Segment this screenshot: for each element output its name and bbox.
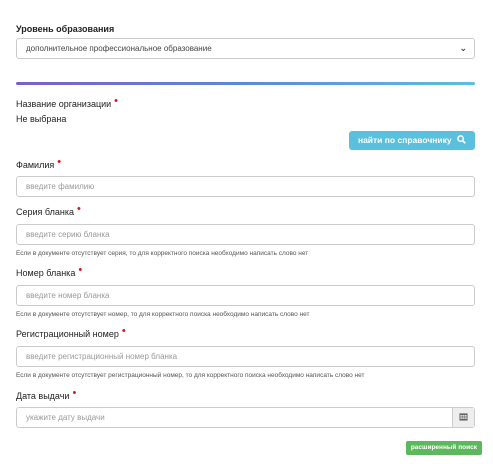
organization-label-row: Название организации • bbox=[16, 96, 118, 110]
required-mark: • bbox=[57, 156, 62, 168]
lookup-directory-button[interactable]: найти по справочнику bbox=[348, 131, 475, 150]
series-placeholder: введите серию бланка bbox=[26, 230, 110, 239]
advanced-search-button[interactable]: расширенный поиск bbox=[405, 441, 482, 455]
series-field[interactable]: введите серию бланка bbox=[16, 224, 475, 245]
education-select[interactable]: дополнительное профессиональное образова… bbox=[16, 38, 475, 59]
lookup-directory-label: найти по справочнику bbox=[357, 135, 452, 145]
regnumber-hint: Если в документе отсутствует регистрацио… bbox=[16, 372, 365, 379]
surname-field[interactable]: введите фамилию bbox=[16, 176, 475, 197]
issue-date-field[interactable]: укажите дату выдачи bbox=[16, 407, 475, 428]
chevron-down-icon: ⌄ bbox=[459, 43, 467, 53]
issue-date-placeholder: укажите дату выдачи bbox=[26, 413, 105, 422]
number-label: Номер бланка bbox=[16, 268, 76, 278]
issue-date-label: Дата выдачи bbox=[16, 391, 70, 401]
surname-placeholder: введите фамилию bbox=[26, 182, 95, 191]
regnumber-label: Регистрационный номер bbox=[16, 329, 119, 339]
search-icon bbox=[457, 135, 466, 145]
education-label: Уровень образования bbox=[16, 24, 115, 34]
organization-value: Не выбрана bbox=[16, 114, 67, 124]
surname-label-row: Фамилия • bbox=[16, 157, 61, 171]
series-label: Серия бланка bbox=[16, 207, 75, 217]
required-mark: • bbox=[78, 264, 83, 276]
number-placeholder: введите номер бланка bbox=[26, 291, 110, 300]
regnumber-placeholder: введите регистрационный номер бланка bbox=[26, 352, 178, 361]
required-mark: • bbox=[114, 95, 119, 107]
number-label-row: Номер бланка • bbox=[16, 265, 82, 279]
regnumber-label-row: Регистрационный номер • bbox=[16, 326, 126, 340]
regnumber-field[interactable]: введите регистрационный номер бланка bbox=[16, 346, 475, 367]
number-hint: Если в документе отсутствует номер, то д… bbox=[16, 311, 310, 318]
number-field[interactable]: введите номер бланка bbox=[16, 285, 475, 306]
education-selected-value: дополнительное профессиональное образова… bbox=[26, 44, 212, 53]
required-mark: • bbox=[77, 203, 81, 215]
series-label-row: Серия бланка • bbox=[16, 204, 81, 218]
section-divider bbox=[16, 82, 475, 85]
surname-label: Фамилия bbox=[16, 160, 55, 170]
organization-label: Название организации bbox=[16, 99, 112, 109]
calendar-icon[interactable] bbox=[452, 408, 474, 427]
issue-date-label-row: Дата выдачи • bbox=[16, 388, 76, 402]
series-hint: Если в документе отсутствует серия, то д… bbox=[16, 250, 309, 257]
required-mark: • bbox=[72, 387, 77, 399]
required-mark: • bbox=[121, 325, 126, 337]
